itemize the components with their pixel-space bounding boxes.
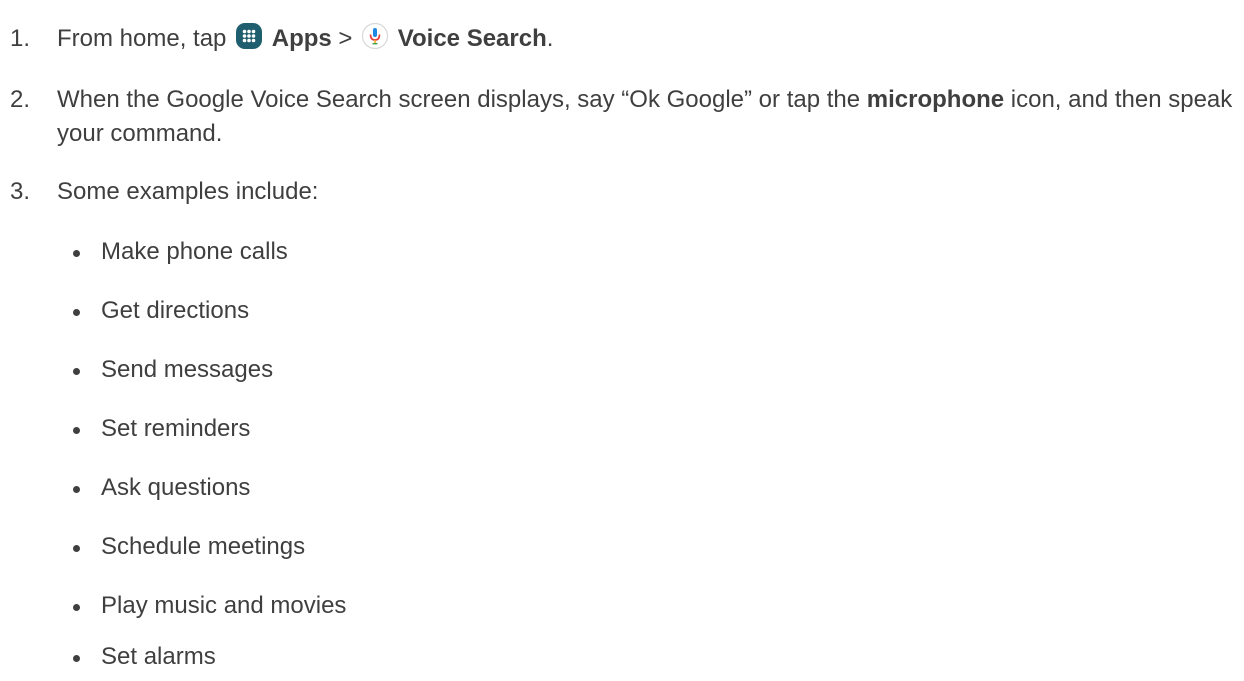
- bullet-dot: [73, 427, 80, 434]
- bullet-dot: [73, 368, 80, 375]
- bullet-dot: [73, 604, 80, 611]
- list-item-label: Make phone calls: [101, 238, 288, 265]
- bullet-dot: [73, 486, 80, 493]
- step-1-text-a: From home, tap: [57, 25, 227, 52]
- bullet-dot: [73, 309, 80, 316]
- apps-label: Apps: [271, 25, 332, 52]
- list-item-label: Schedule meetings: [101, 533, 306, 560]
- step-number: 1.: [10, 25, 31, 52]
- step-number: 2.: [10, 86, 31, 113]
- bullet-dot: [73, 545, 80, 552]
- step-text: Some examples include:: [57, 178, 319, 205]
- breadcrumb-separator: >: [338, 25, 353, 52]
- list-item-label: Play music and movies: [101, 592, 347, 619]
- list-item-label: Ask questions: [101, 474, 251, 501]
- step-2-text-a: When the Google Voice Search screen disp…: [57, 86, 861, 113]
- bullet-dot: [73, 655, 80, 662]
- step-1-period: .: [546, 25, 554, 52]
- step-text: When the Google Voice Search screen disp…: [57, 83, 1236, 151]
- list-item-label: Send messages: [101, 356, 274, 383]
- microphone-label: microphone: [866, 86, 1005, 113]
- step-number: 3.: [10, 178, 31, 205]
- list-item-label: Get directions: [101, 297, 250, 324]
- microphone-icon: [361, 22, 389, 50]
- apps-grid-icon: [235, 22, 263, 50]
- voice-search-label: Voice Search: [397, 25, 547, 52]
- bullet-dot: [73, 250, 80, 257]
- list-item-label: Set reminders: [101, 415, 251, 442]
- step-text: From home, tap Apps > Voice Search.: [57, 22, 1236, 56]
- list-item-label: Set alarms: [101, 643, 216, 670]
